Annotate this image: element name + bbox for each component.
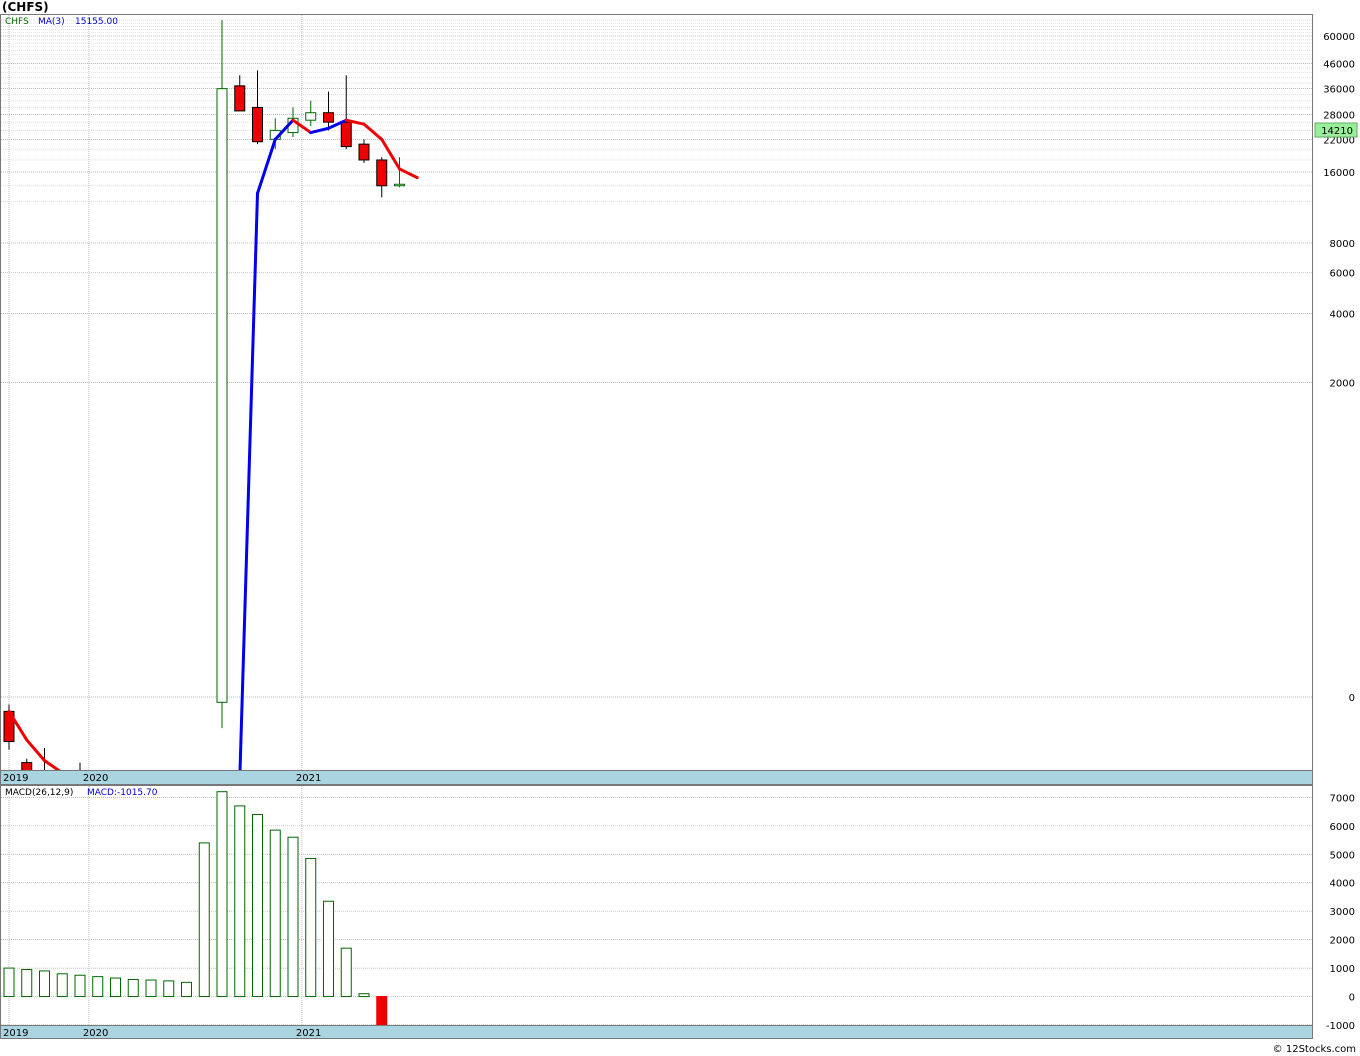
- price-y-tick-label: 4000: [1330, 309, 1355, 320]
- macd-x-year-label: 2019: [3, 1028, 28, 1039]
- legend-symbol: CHFS: [5, 17, 29, 27]
- macd-bar: [216, 791, 228, 998]
- macd-y-tick-label: 0: [1349, 993, 1355, 1004]
- macd-bar: [145, 979, 157, 998]
- macd-bar: [92, 976, 104, 998]
- candle-body: [234, 85, 246, 112]
- macd-bar: [305, 858, 317, 998]
- candle: [216, 20, 228, 729]
- macd-x-year-label: 2021: [296, 1028, 321, 1039]
- price-y-tick-label: 60000: [1323, 32, 1355, 43]
- macd-y-tick-label: 1000: [1330, 964, 1355, 975]
- macd-bar: [340, 947, 352, 998]
- last-price-marker: 14210: [1314, 122, 1358, 138]
- macd-bar: [269, 829, 281, 998]
- candle-body: [376, 159, 388, 187]
- price-legend: CHFS MA(3) 15155.00: [5, 17, 118, 27]
- candle-body: [394, 183, 405, 187]
- candle-body: [252, 106, 263, 143]
- candle-body: [358, 143, 370, 161]
- macd-y-tick-labels: 7000 6000 5000 4000 3000 2000 1000 0 -1000: [1326, 793, 1355, 1032]
- macd-bar: [376, 996, 388, 1026]
- legend-ma-value: 15155.00: [75, 17, 118, 27]
- macd-bar: [21, 969, 33, 998]
- price-plot-frame: [0, 14, 1313, 771]
- price-x-year-label: 2020: [83, 773, 108, 784]
- price-y-tick-label: 0: [1349, 693, 1355, 704]
- last-price-label: 14210: [1321, 126, 1353, 137]
- macd-bar: [198, 842, 210, 998]
- price-x-year-label: 2019: [3, 773, 28, 784]
- macd-legend-value: MACD:-1015.70: [87, 788, 158, 798]
- macd-time-axis-bar: [0, 1025, 1313, 1039]
- price-y-tick-label: 6000: [1330, 268, 1355, 279]
- macd-y-tick-label: 5000: [1330, 850, 1355, 861]
- price-y-tick-label: 36000: [1323, 85, 1355, 96]
- chart-canvas: 6000046000360002800022000160008000600040…: [0, 14, 1358, 1039]
- macd-bar: [323, 900, 334, 998]
- macd-bar: [74, 974, 86, 998]
- macd-panel: 7000 6000 5000 4000 3000 2000 1000 0 -1000 MACD(…: [0, 785, 1355, 1039]
- macd-y-tick-label: 4000: [1330, 879, 1355, 890]
- price-y-tick-label: 2000: [1330, 378, 1355, 389]
- macd-legend-name: MACD(26,12,9): [5, 788, 73, 798]
- macd-bar: [127, 978, 139, 998]
- price-y-tick-label: 16000: [1323, 168, 1355, 179]
- macd-bar: [163, 980, 175, 998]
- price-y-tick-label: 46000: [1323, 59, 1355, 70]
- macd-plot-frame: [0, 785, 1313, 1026]
- price-y-tick-label: 28000: [1323, 111, 1355, 122]
- candle-body: [216, 88, 228, 703]
- macd-y-tick-label: 3000: [1330, 907, 1355, 918]
- candle-body: [305, 112, 317, 121]
- price-y-tick-label: 8000: [1330, 239, 1355, 250]
- legend-ma-label: MA(3): [38, 17, 65, 27]
- macd-x-year-label: 2020: [83, 1028, 108, 1039]
- macd-bar: [39, 970, 50, 998]
- macd-y-tick-label: 7000: [1330, 793, 1355, 804]
- candle-body: [323, 112, 334, 123]
- candle-body: [340, 121, 352, 148]
- macd-bar: [3, 967, 15, 998]
- macd-y-tick-label: 2000: [1330, 936, 1355, 947]
- macd-y-tick-label: -1000: [1326, 1021, 1355, 1032]
- macd-bar: [234, 805, 246, 998]
- macd-y-tick-label: 6000: [1330, 822, 1355, 833]
- macd-bar: [56, 973, 68, 998]
- macd-bar: [358, 993, 370, 998]
- macd-bar: [110, 977, 121, 998]
- macd-bar: [287, 836, 299, 998]
- price-time-axis-bar: [0, 770, 1313, 785]
- macd-bar: [181, 981, 192, 998]
- price-x-year-label: 2021: [296, 773, 321, 784]
- macd-bar: [252, 813, 263, 998]
- site-credit: © 12Stocks.com: [1272, 1044, 1356, 1055]
